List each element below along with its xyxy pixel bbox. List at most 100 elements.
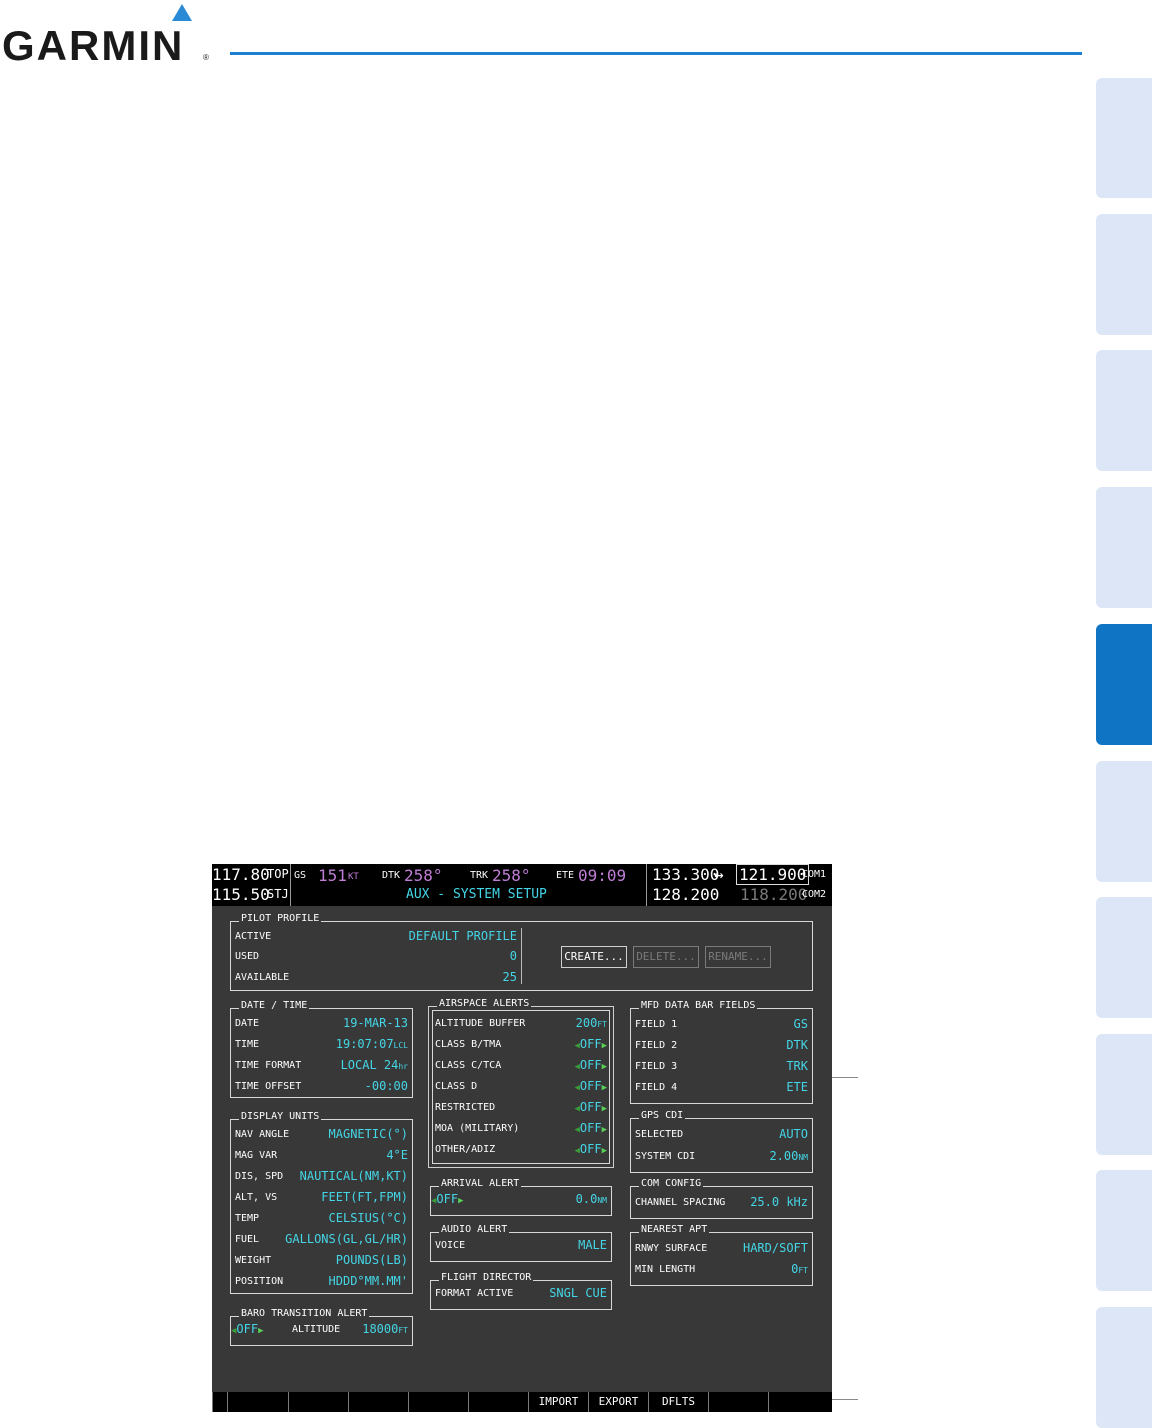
com2-active-frequency[interactable]: 128.200 xyxy=(652,885,719,904)
class-d-toggle[interactable]: ◀OFF▶ xyxy=(574,1079,607,1093)
section-tab-2[interactable] xyxy=(1096,214,1152,335)
pilot-profile-panel: PILOT PROFILE ACTIVE DEFAULT PROFILE USE… xyxy=(230,913,813,991)
create-profile-button[interactable]: CREATE... xyxy=(561,946,627,968)
min-length-row[interactable]: MIN LENGTH 0FT xyxy=(635,1262,808,1280)
baro-alert-toggle[interactable]: ◀OFF▶ xyxy=(231,1322,264,1336)
softkey-6[interactable] xyxy=(468,1392,528,1412)
section-tab-7[interactable] xyxy=(1096,897,1152,1018)
field-4-value[interactable]: ETE xyxy=(786,1080,808,1094)
cdi-selected-value[interactable]: AUTO xyxy=(779,1127,808,1141)
field-1-row[interactable]: FIELD 1 GS xyxy=(635,1017,808,1035)
weight-row[interactable]: WEIGHT POUNDS(LB) xyxy=(235,1253,408,1271)
field-2-row[interactable]: FIELD 2 DTK xyxy=(635,1038,808,1056)
voice-value[interactable]: MALE xyxy=(578,1238,607,1252)
baro-transition-alert-panel: BARO TRANSITION ALERT ◀OFF▶ ALTITUDE 180… xyxy=(230,1308,413,1346)
arrival-alert-distance[interactable]: 0.0NM xyxy=(576,1192,607,1206)
time-format-value[interactable]: LOCAL 24hr xyxy=(341,1058,408,1072)
field-1-value[interactable]: GS xyxy=(794,1017,808,1031)
time-format-row[interactable]: TIME FORMAT LOCAL 24hr xyxy=(235,1058,408,1076)
softkey-11[interactable] xyxy=(768,1392,832,1412)
class-c-toggle[interactable]: ◀OFF▶ xyxy=(574,1058,607,1072)
restricted-toggle[interactable]: ◀OFF▶ xyxy=(574,1100,607,1114)
com2-standby-frequency[interactable]: 118.200 xyxy=(740,885,807,904)
export-softkey[interactable]: EXPORT xyxy=(588,1392,648,1412)
ete-value: 09:09 xyxy=(578,866,627,885)
alt-vs-row[interactable]: ALT, VS FEET(FT,FPM) xyxy=(235,1190,408,1208)
time-offset-label: TIME OFFSET xyxy=(235,1081,302,1092)
nav2-frequency[interactable]: 115.50 xyxy=(212,885,270,904)
available-label: AVAILABLE xyxy=(235,972,290,983)
section-tab-6[interactable] xyxy=(1096,761,1152,882)
arrival-alert-toggle[interactable]: ◀OFF▶ xyxy=(431,1192,464,1206)
section-tab-4[interactable] xyxy=(1096,487,1152,608)
moa-row[interactable]: MOA (MILITARY) ◀OFF▶ xyxy=(435,1121,607,1139)
dis-spd-value[interactable]: NAUTICAL(NM,KT) xyxy=(300,1169,408,1183)
section-tab-1[interactable] xyxy=(1096,78,1152,198)
field-3-value[interactable]: TRK xyxy=(786,1059,808,1073)
fuel-row[interactable]: FUEL GALLONS(GL,GL/HR) xyxy=(235,1232,408,1250)
mfd-screen: 117.80 TOP 115.50 STJ GS 151 KT DTK 258°… xyxy=(212,864,832,1412)
import-softkey[interactable]: IMPORT xyxy=(528,1392,588,1412)
field-2-value[interactable]: DTK xyxy=(786,1038,808,1052)
softkey-1[interactable] xyxy=(212,1392,227,1412)
field-3-row[interactable]: FIELD 3 TRK xyxy=(635,1059,808,1077)
nav-angle-row[interactable]: NAV ANGLE MAGNETIC(°) xyxy=(235,1127,408,1145)
audio-alert-panel: AUDIO ALERT VOICE MALE xyxy=(430,1224,612,1262)
runway-surface-row[interactable]: RNWY SURFACE HARD/SOFT xyxy=(635,1241,808,1259)
cdi-selected-row[interactable]: SELECTED AUTO xyxy=(635,1127,808,1145)
profile-active-row[interactable]: ACTIVE DEFAULT PROFILE xyxy=(235,929,517,947)
channel-spacing-value[interactable]: 25.0 kHz xyxy=(750,1195,808,1209)
temp-value[interactable]: CELSIUS(°C) xyxy=(329,1211,408,1225)
field-4-row[interactable]: FIELD 4 ETE xyxy=(635,1080,808,1098)
moa-toggle[interactable]: ◀OFF▶ xyxy=(574,1121,607,1135)
softkey-4[interactable] xyxy=(348,1392,408,1412)
altitude-buffer-value[interactable]: 200FT xyxy=(576,1016,607,1030)
section-tab-3[interactable] xyxy=(1096,350,1152,471)
softkey-3[interactable] xyxy=(288,1392,348,1412)
section-tab-9[interactable] xyxy=(1096,1170,1152,1291)
softkey-2[interactable] xyxy=(227,1392,288,1412)
section-tab-8[interactable] xyxy=(1096,1034,1152,1155)
com1-standby-frequency[interactable]: 121.900 xyxy=(736,864,810,885)
other-adiz-row[interactable]: OTHER/ADIZ ◀OFF▶ xyxy=(435,1142,607,1160)
class-b-row[interactable]: CLASS B/TMA ◀OFF▶ xyxy=(435,1037,607,1055)
section-tab-5-active[interactable] xyxy=(1096,624,1152,745)
rename-profile-button[interactable]: RENAME... xyxy=(705,946,771,968)
alt-vs-value[interactable]: FEET(FT,FPM) xyxy=(321,1190,408,1204)
channel-spacing-row[interactable]: CHANNEL SPACING 25.0 kHz xyxy=(635,1195,808,1213)
baro-altitude-value[interactable]: 18000FT xyxy=(362,1322,408,1336)
class-c-row[interactable]: CLASS C/TCA ◀OFF▶ xyxy=(435,1058,607,1076)
dflts-softkey[interactable]: DFLTS xyxy=(648,1392,708,1412)
divider xyxy=(646,864,647,906)
other-adiz-label: OTHER/ADIZ xyxy=(435,1144,496,1155)
weight-value[interactable]: POUNDS(LB) xyxy=(336,1253,408,1267)
softkey-5[interactable] xyxy=(408,1392,468,1412)
other-adiz-toggle[interactable]: ◀OFF▶ xyxy=(574,1142,607,1156)
delete-profile-button[interactable]: DELETE... xyxy=(633,946,699,968)
min-length-value[interactable]: 0FT xyxy=(791,1262,808,1276)
fuel-value[interactable]: GALLONS(GL,GL/HR) xyxy=(285,1232,408,1246)
softkey-10[interactable] xyxy=(708,1392,768,1412)
temp-row[interactable]: TEMP CELSIUS(°C) xyxy=(235,1211,408,1229)
active-profile-value[interactable]: DEFAULT PROFILE xyxy=(409,929,517,943)
com1-active-frequency[interactable]: 133.300 xyxy=(652,865,719,884)
class-d-row[interactable]: CLASS D ◀OFF▶ xyxy=(435,1079,607,1097)
date-value[interactable]: 19-MAR-13 xyxy=(343,1016,408,1030)
nav-angle-value[interactable]: MAGNETIC(°) xyxy=(329,1127,408,1141)
altitude-buffer-row[interactable]: ALTITUDE BUFFER 200FT xyxy=(435,1016,607,1034)
class-b-toggle[interactable]: ◀OFF▶ xyxy=(574,1037,607,1051)
dis-spd-row[interactable]: DIS, SPD NAUTICAL(NM,KT) xyxy=(235,1169,408,1187)
position-row[interactable]: POSITION HDDD°MM.MM' xyxy=(235,1274,408,1292)
date-row[interactable]: DATE 19-MAR-13 xyxy=(235,1016,408,1034)
time-offset-row[interactable]: TIME OFFSET -00:00 xyxy=(235,1079,408,1097)
position-value[interactable]: HDDD°MM.MM' xyxy=(329,1274,408,1288)
system-cdi-label: SYSTEM CDI xyxy=(635,1151,696,1162)
mag-var-row[interactable]: MAG VAR 4°E xyxy=(235,1148,408,1166)
restricted-row[interactable]: RESTRICTED ◀OFF▶ xyxy=(435,1100,607,1118)
runway-surface-value[interactable]: HARD/SOFT xyxy=(743,1241,808,1255)
format-active-value[interactable]: SNGL CUE xyxy=(549,1286,607,1300)
mag-var-value[interactable]: 4°E xyxy=(386,1148,408,1162)
nav1-frequency[interactable]: 117.80 xyxy=(212,865,270,884)
time-offset-value[interactable]: -00:00 xyxy=(365,1079,408,1093)
section-tab-10[interactable] xyxy=(1096,1307,1152,1428)
